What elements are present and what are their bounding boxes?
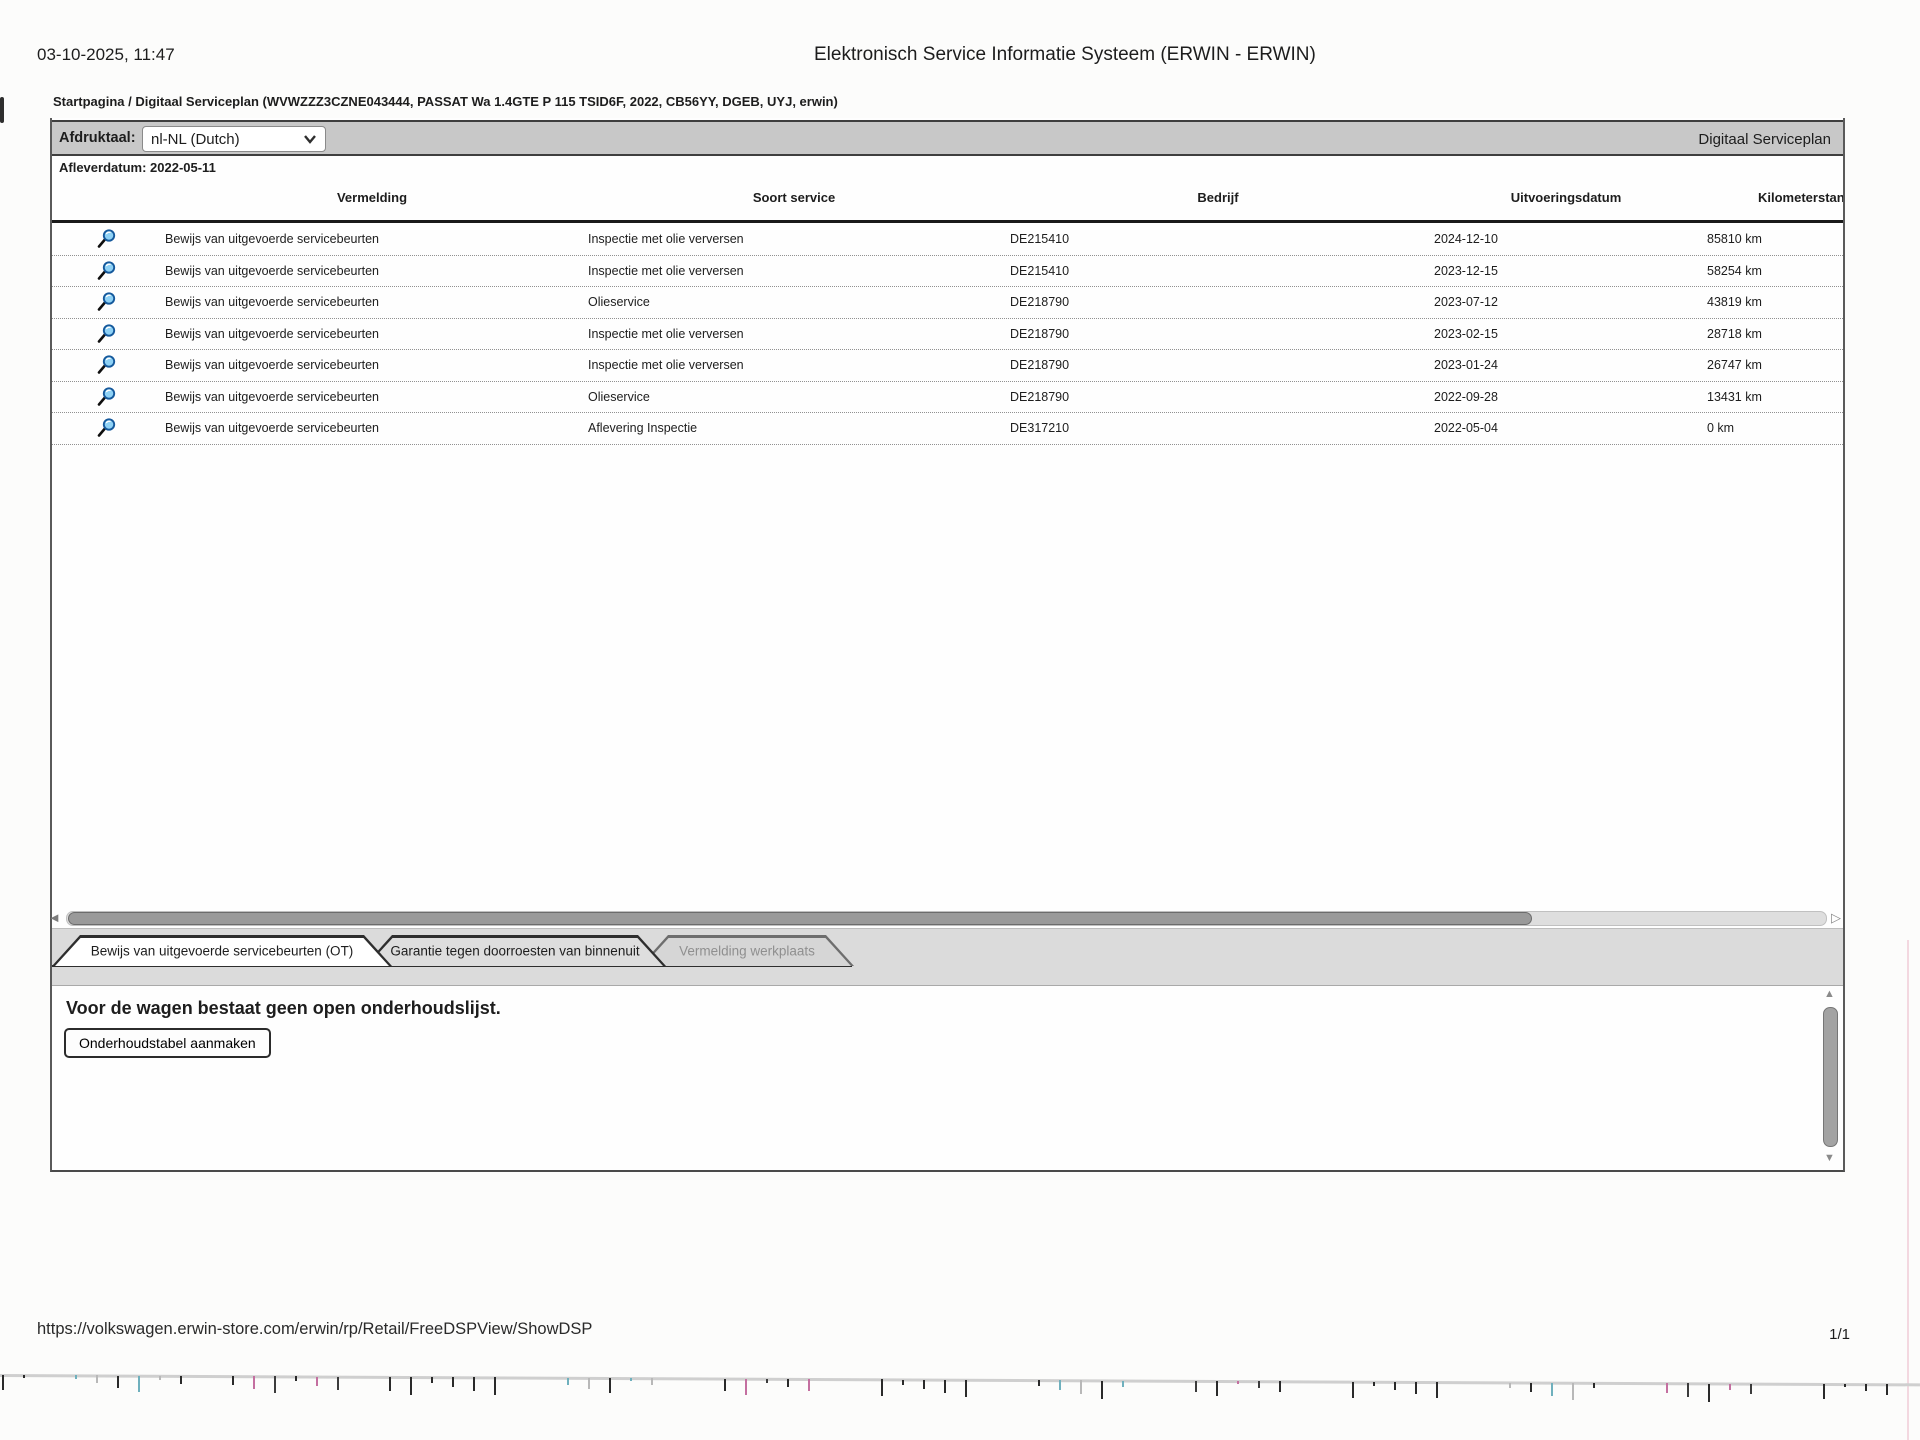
toolbar: Afdruktaal: nl-NL (Dutch) Digitaal Servi… <box>52 120 1843 156</box>
magnifier-icon <box>97 292 116 312</box>
column-header-vermelding: Vermelding <box>336 190 408 205</box>
column-header-bedrijf: Bedrijf <box>1197 190 1239 205</box>
chevron-down-icon <box>304 135 316 144</box>
cell-soort-service: Inspectie met olie verversen <box>588 232 744 247</box>
vertical-scroll-thumb[interactable] <box>1823 1007 1838 1147</box>
cell-bedrijf: DE317210 <box>1010 421 1070 436</box>
cell-kilometerstand: 85810 km <box>1707 232 1762 247</box>
cell-uitvoeringsdatum: 2023-12-15 <box>1434 263 1498 278</box>
cell-vermelding: Bewijs van uitgevoerde servicebeurten <box>165 358 380 373</box>
cell-soort-service: Olieservice <box>588 295 650 310</box>
cell-bedrijf: DE215410 <box>1010 232 1070 247</box>
column-header-soort-service: Soort service <box>752 190 836 205</box>
cell-uitvoeringsdatum: 2023-07-12 <box>1434 295 1498 310</box>
cell-vermelding: Bewijs van uitgevoerde servicebeurten <box>165 326 380 341</box>
printed-page: 03-10-2025, 11:47 Elektronisch Service I… <box>0 0 1920 1440</box>
cell-uitvoeringsdatum: 2023-02-15 <box>1434 326 1498 341</box>
scroll-down-arrow-icon[interactable]: ▼ <box>1824 1152 1835 1164</box>
table-header-divider <box>52 220 1843 223</box>
breadcrumb: Startpagina / Digitaal Serviceplan (WVWZ… <box>53 94 838 109</box>
print-language-label: Afdruktaal: <box>59 130 136 146</box>
row-magnifier-button[interactable] <box>96 417 120 439</box>
cell-kilometerstand: 28718 km <box>1707 326 1762 341</box>
no-open-list-message: Voor de wagen bestaat geen open onderhou… <box>66 998 501 1018</box>
tab-garantie-doorroesten[interactable]: Garantie tegen doorroesten van binnenuit <box>364 935 666 966</box>
tab-strip: Bewijs van uitgevoerde servicebeurten (O… <box>52 928 1843 986</box>
cell-soort-service: Inspectie met olie verversen <box>588 326 744 341</box>
cell-kilometerstand: 26747 km <box>1707 358 1762 373</box>
scroll-left-arrow-icon[interactable]: ◄ <box>48 909 61 927</box>
cell-bedrijf: DE218790 <box>1010 326 1070 341</box>
cell-vermelding: Bewijs van uitgevoerde servicebeurten <box>165 389 380 404</box>
table-row: Bewijs van uitgevoerde servicebeurten Ins… <box>52 350 1843 382</box>
cell-uitvoeringsdatum: 2024-12-10 <box>1434 232 1498 247</box>
row-magnifier-button[interactable] <box>96 386 120 408</box>
magnifier-icon <box>97 418 116 438</box>
scan-edge-mark <box>0 97 4 123</box>
cell-vermelding: Bewijs van uitgevoerde servicebeurten <box>165 232 380 247</box>
open-maintenance-pane: Voor de wagen bestaat geen open onderhou… <box>52 986 1843 1170</box>
cell-vermelding: Bewijs van uitgevoerde servicebeurten <box>165 421 380 436</box>
row-magnifier-button[interactable] <box>96 323 120 345</box>
horizontal-scroll-thumb[interactable] <box>68 912 1532 925</box>
print-language-value: nl-NL (Dutch) <box>151 130 240 148</box>
magnifier-icon <box>97 324 116 343</box>
cell-bedrijf: DE218790 <box>1010 295 1070 310</box>
table-row: Bewijs van uitgevoerde servicebeurten Oli… <box>52 382 1843 413</box>
footer-url: https://volkswagen.erwin-store.com/erwin… <box>37 1320 593 1338</box>
cell-kilometerstand: 0 km <box>1707 421 1735 436</box>
table-row: Bewijs van uitgevoerde servicebeurten Afl… <box>52 413 1843 445</box>
delivery-date: Afleverdatum: 2022-05-11 <box>59 160 216 175</box>
page-number: 1/1 <box>1829 1326 1850 1343</box>
row-magnifier-button[interactable] <box>96 228 120 250</box>
scroll-right-arrow-icon[interactable]: ▷ <box>1831 909 1841 927</box>
toolbar-title: Digitaal Serviceplan <box>1698 131 1831 148</box>
scan-pink-line <box>1907 940 1909 1440</box>
table-row: Bewijs van uitgevoerde servicebeurten Ins… <box>52 256 1843 287</box>
dsp-panel: Afdruktaal: nl-NL (Dutch) Digitaal Servi… <box>48 118 1845 1172</box>
cell-bedrijf: DE218790 <box>1010 389 1070 404</box>
row-magnifier-button[interactable] <box>96 260 120 282</box>
cell-kilometerstand: 13431 km <box>1707 389 1762 404</box>
horizontal-scrollbar[interactable]: ◄ ▷ <box>48 908 1843 928</box>
magnifier-icon <box>97 387 116 406</box>
cell-soort-service: Olieservice <box>588 389 650 404</box>
magnifier-icon <box>97 229 116 249</box>
page-title: Elektronisch Service Informatie Systeem … <box>814 44 1316 65</box>
cell-soort-service: Inspectie met olie verversen <box>588 263 744 278</box>
scroll-up-arrow-icon[interactable]: ▲ <box>1824 988 1835 1000</box>
column-header-uitvoeringsdatum: Uitvoeringsdatum <box>1510 190 1622 205</box>
create-maintenance-table-button[interactable]: Onderhoudstabel aanmaken <box>64 1028 271 1058</box>
cell-soort-service: Aflevering Inspectie <box>588 421 698 436</box>
cell-bedrijf: DE218790 <box>1010 358 1070 373</box>
table-row: Bewijs van uitgevoerde servicebeurten Ins… <box>52 319 1843 350</box>
print-datetime: 03-10-2025, 11:47 <box>37 45 175 64</box>
scan-artifact-line <box>0 1374 1920 1386</box>
service-history-table: Vermelding Soort service Bedrijf Uitvoer… <box>52 180 1843 480</box>
cell-uitvoeringsdatum: 2022-05-04 <box>1434 421 1498 436</box>
tab-vermelding-werkplaats[interactable]: Vermelding werkplaats <box>640 935 854 966</box>
horizontal-scroll-track[interactable] <box>66 911 1827 926</box>
table-row: Bewijs van uitgevoerde servicebeurten Oli… <box>52 287 1843 319</box>
cell-kilometerstand: 43819 km <box>1707 295 1762 310</box>
cell-bedrijf: DE215410 <box>1010 263 1070 278</box>
cell-uitvoeringsdatum: 2023-01-24 <box>1434 358 1498 373</box>
table-row: Bewijs van uitgevoerde servicebeurten Ins… <box>52 224 1843 256</box>
cell-uitvoeringsdatum: 2022-09-28 <box>1434 389 1498 404</box>
row-magnifier-button[interactable] <box>96 291 120 313</box>
column-header-kilometerstand: Kilometerstand <box>1758 190 1843 205</box>
cell-vermelding: Bewijs van uitgevoerde servicebeurten <box>165 263 380 278</box>
tab-bewijs-servicebeurten[interactable]: Bewijs van uitgevoerde servicebeurten (O… <box>52 935 392 966</box>
print-language-select[interactable]: nl-NL (Dutch) <box>142 126 326 152</box>
magnifier-icon <box>97 355 116 375</box>
cell-vermelding: Bewijs van uitgevoerde servicebeurten <box>165 295 380 310</box>
cell-soort-service: Inspectie met olie verversen <box>588 358 744 373</box>
magnifier-icon <box>97 261 116 280</box>
vertical-scrollbar[interactable]: ▲ ▼ <box>1822 988 1839 1164</box>
cell-kilometerstand: 58254 km <box>1707 263 1762 278</box>
row-magnifier-button[interactable] <box>96 354 120 376</box>
